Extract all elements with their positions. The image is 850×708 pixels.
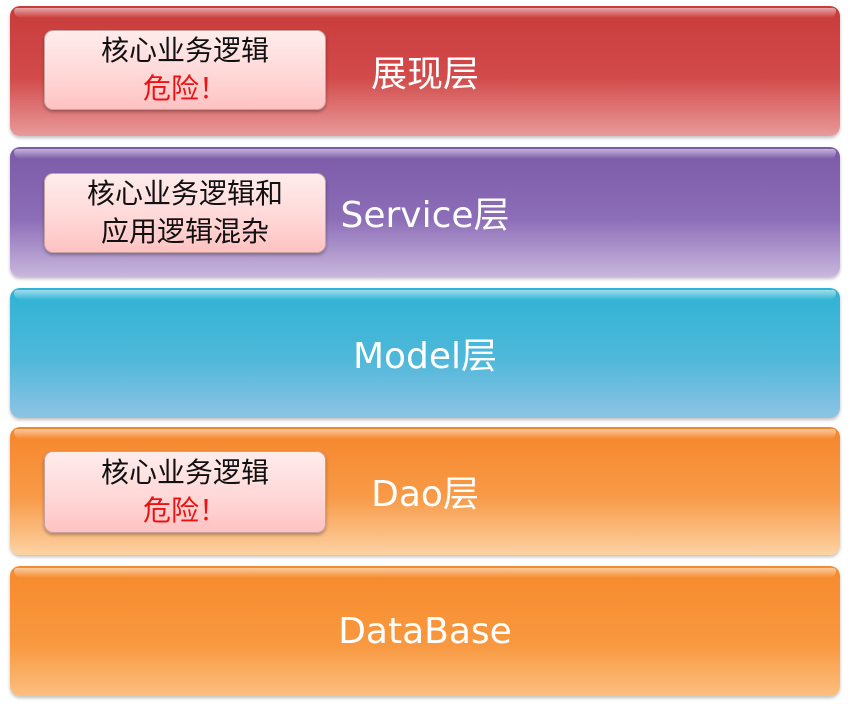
note-text: 核心业务逻辑 xyxy=(100,456,269,489)
note-text: 核心业务逻辑和 xyxy=(86,177,283,210)
presentation-layer-label: 展现层 xyxy=(370,54,479,95)
service-layer-warning-note: 核心业务逻辑和 应用逻辑混杂 xyxy=(44,173,326,253)
dao-layer: 核心业务逻辑 危险！ Dao层 xyxy=(10,427,840,555)
presentation-layer: 核心业务逻辑 危险！ 展现层 xyxy=(10,6,840,136)
note-warning-text: 危险！ xyxy=(142,494,227,527)
note-text: 核心业务逻辑 xyxy=(100,34,269,67)
dao-layer-warning-note: 核心业务逻辑 危险！ xyxy=(44,451,326,533)
note-text: 应用逻辑混杂 xyxy=(100,215,269,248)
database-layer: DataBase xyxy=(10,566,840,696)
service-layer: 核心业务逻辑和 应用逻辑混杂 Service层 xyxy=(10,147,840,277)
service-layer-label: Service层 xyxy=(340,195,510,236)
database-layer-label: DataBase xyxy=(338,610,512,652)
dao-layer-label: Dao层 xyxy=(371,474,479,515)
note-warning-text: 危险！ xyxy=(142,72,227,105)
model-layer: Model层 xyxy=(10,288,840,418)
model-layer-label: Model层 xyxy=(352,336,498,377)
presentation-layer-warning-note: 核心业务逻辑 危险！ xyxy=(44,30,326,110)
